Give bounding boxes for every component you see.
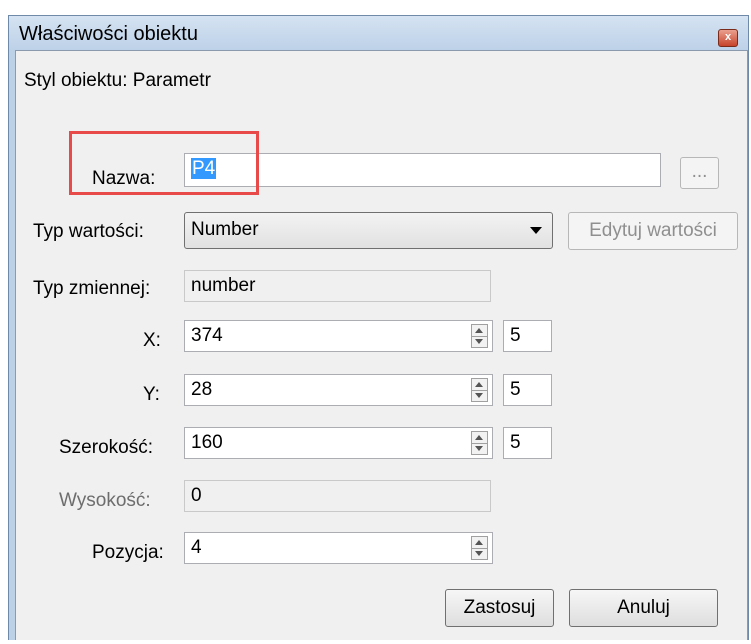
value-type-select[interactable]: Number (184, 212, 553, 249)
highlight-box (69, 131, 259, 195)
object-style-label: Styl obiektu: Parametr (24, 70, 211, 91)
x-label: X: (143, 330, 161, 351)
height-label: Wysokość: (59, 490, 151, 511)
browse-button[interactable]: ... (680, 157, 719, 189)
apply-button[interactable]: Zastosuj (445, 589, 554, 627)
value-type-label: Typ wartości: (33, 221, 144, 242)
y-input[interactable]: 28 (184, 374, 493, 406)
spin-up-icon[interactable] (475, 540, 483, 545)
var-type-field: number (184, 270, 491, 302)
width-label: Szerokość: (59, 437, 153, 458)
spin-up-icon[interactable] (475, 328, 483, 333)
value-type-selected: Number (191, 219, 259, 240)
spin-up-icon[interactable] (475, 382, 483, 387)
x-value: 374 (191, 325, 223, 346)
x-input[interactable]: 374 (184, 320, 493, 352)
x-step-input[interactable]: 5 (503, 320, 552, 352)
x-stepper[interactable] (471, 324, 488, 348)
spin-down-icon[interactable] (475, 551, 483, 556)
spin-down-icon[interactable] (475, 393, 483, 398)
y-stepper[interactable] (471, 378, 488, 402)
spin-down-icon[interactable] (475, 339, 483, 344)
width-step-input[interactable]: 5 (503, 427, 552, 459)
position-label: Pozycja: (92, 542, 164, 563)
edit-values-button[interactable]: Edytuj wartości (568, 212, 738, 250)
window-title: Właściwości obiektu (19, 23, 198, 45)
position-value: 4 (191, 537, 202, 558)
position-input[interactable]: 4 (184, 532, 493, 564)
position-stepper[interactable] (471, 536, 488, 560)
width-stepper[interactable] (471, 431, 488, 455)
cancel-button[interactable]: Anuluj (569, 589, 718, 627)
spin-up-icon[interactable] (475, 435, 483, 440)
close-icon[interactable]: x (718, 29, 738, 47)
title-bar[interactable]: Właściwości obiektu x (9, 16, 748, 50)
width-value: 160 (191, 432, 223, 453)
y-step-input[interactable]: 5 (503, 374, 552, 406)
height-field: 0 (184, 480, 491, 512)
y-label: Y: (143, 384, 160, 405)
var-type-label: Typ zmiennej: (33, 278, 151, 299)
width-input[interactable]: 160 (184, 427, 493, 459)
spin-down-icon[interactable] (475, 446, 483, 451)
y-value: 28 (191, 379, 213, 400)
chevron-down-icon (530, 227, 542, 234)
